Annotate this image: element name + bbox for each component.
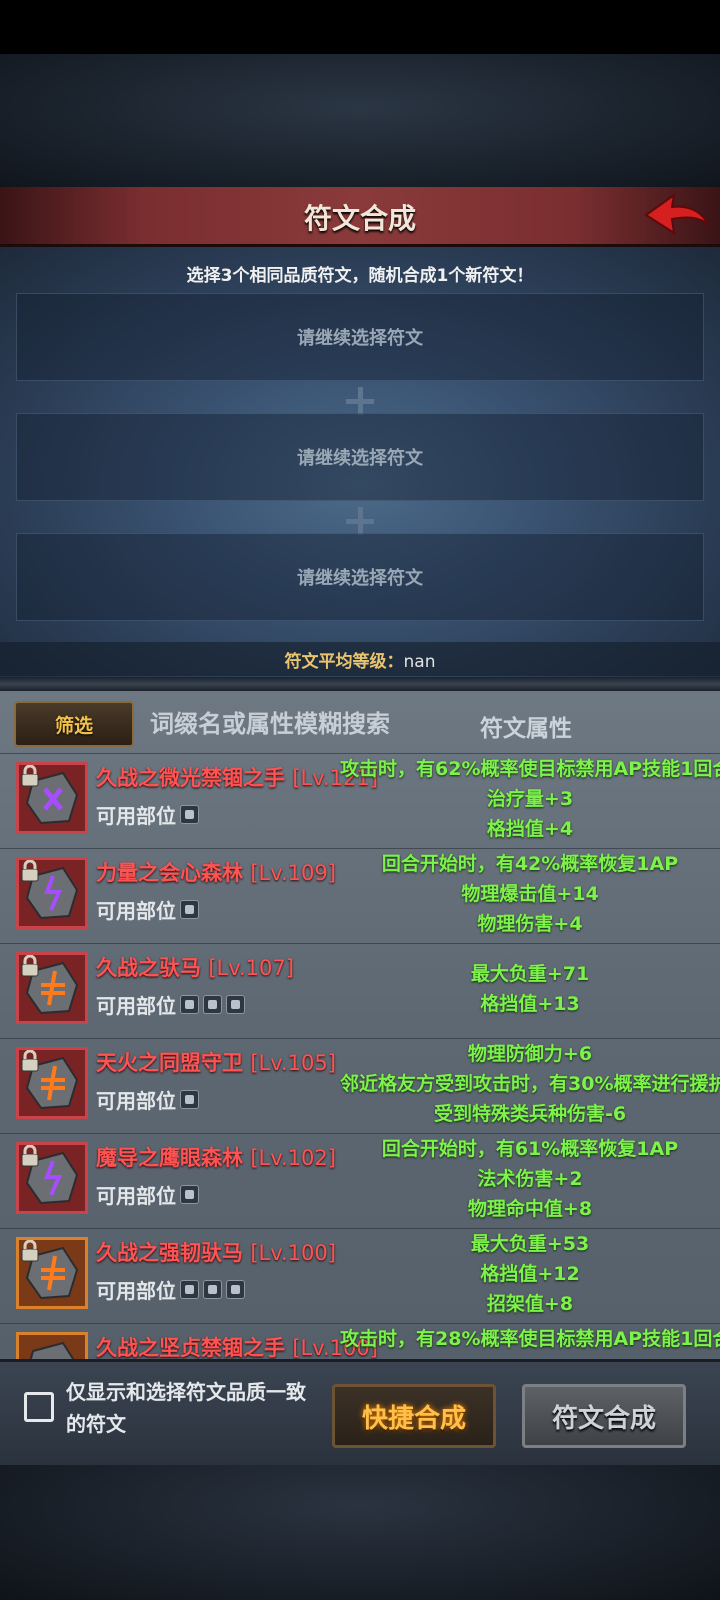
rune-parts: 可用部位	[96, 800, 199, 829]
rune-icon	[16, 762, 88, 834]
rune-attr: 攻击时，有28%概率使目标禁用AP技能1回合。	[340, 1328, 720, 1350]
divider	[0, 677, 720, 691]
rune-slot-1[interactable]: 请继续选择符文	[16, 293, 704, 381]
rune-name: 久战之驮马 [Lv.107]	[96, 956, 294, 980]
lock-icon	[21, 765, 39, 787]
search-input[interactable]	[150, 701, 450, 747]
rune-attr: 物理爆击值+14	[461, 883, 599, 905]
lock-icon	[21, 955, 39, 977]
rune-row[interactable]: 魔导之鹰眼森林 [Lv.102] 可用部位 回合开始时，有61%概率恢复1AP …	[0, 1133, 720, 1228]
part-glove-icon	[180, 1280, 199, 1299]
part-ring-icon	[226, 1280, 245, 1299]
rune-row[interactable]: 久战之驮马 [Lv.107] 可用部位 最大负重+71 格挡值+13	[0, 943, 720, 1038]
rune-list: 久战之微光禁锢之手 [Lv.121] 可用部位 攻击时，有62%概率使目标禁用A…	[0, 753, 720, 1359]
background-top	[0, 54, 720, 187]
rune-icon	[16, 1237, 88, 1309]
rune-row[interactable]: 天火之同盟守卫 [Lv.105] 可用部位 物理防御力+6 邻近格友方受到攻击时…	[0, 1038, 720, 1133]
rune-parts: 可用部位	[96, 1085, 199, 1114]
part-glove-icon	[180, 1090, 199, 1109]
back-button[interactable]	[644, 189, 712, 241]
rune-slot-label: 请继续选择符文	[297, 568, 423, 589]
part-armor-icon	[203, 995, 222, 1014]
rune-name: 久战之强韧驮马 [Lv.100]	[96, 1241, 336, 1265]
part-armor-icon	[180, 900, 199, 919]
plus-icon	[346, 507, 374, 535]
lock-icon	[21, 1240, 39, 1262]
rune-row[interactable]: 久战之微光禁锢之手 [Lv.121] 可用部位 攻击时，有62%概率使目标禁用A…	[0, 753, 720, 848]
lock-icon	[21, 860, 39, 882]
rune-attr: 物理命中值+8	[467, 1198, 593, 1220]
rune-attr: 招架值+8	[486, 1293, 574, 1315]
rune-attrs: 回合开始时，有42%概率恢复1AP 物理爆击值+14 物理伤害+4	[340, 849, 720, 939]
rune-attr: 格挡值+13	[480, 993, 580, 1015]
part-weapon-icon	[180, 805, 199, 824]
rune-attr: 最大负重+71	[470, 963, 590, 985]
rune-parts: 可用部位	[96, 1275, 245, 1304]
compose-button[interactable]: 符文合成	[522, 1384, 686, 1448]
rune-attrs: 回合开始时，有61%概率恢复1AP 法术伤害+2 物理命中值+8	[340, 1134, 720, 1224]
rune-attrs: 最大负重+71 格挡值+13	[340, 959, 720, 1019]
attr-column-header: 符文属性	[480, 716, 572, 742]
header-bar: 符文合成	[0, 187, 720, 247]
rune-attr: 格挡值+12	[480, 1263, 580, 1285]
rune-icon	[16, 1047, 88, 1119]
rune-attr: 受到特殊类兵种伤害-6	[433, 1103, 627, 1125]
rune-slot-label: 请继续选择符文	[297, 328, 423, 349]
part-armor-icon	[180, 1185, 199, 1204]
rune-attr: 回合开始时，有61%概率恢复1AP	[381, 1138, 679, 1160]
average-level-value: nan	[403, 652, 436, 672]
rune-list-area: 筛选 符文属性 久战之微光禁锢之手 [Lv.121] 可用部位 攻击时，有62%…	[0, 691, 720, 1359]
rune-name: 久战之微光禁锢之手 [Lv.121]	[96, 766, 378, 790]
rune-name: 魔导之鹰眼森林 [Lv.102]	[96, 1146, 336, 1170]
rune-attr: 最大负重+53	[470, 1233, 590, 1255]
rune-attr: 回合开始时，有42%概率恢复1AP	[381, 853, 679, 875]
status-area	[0, 0, 720, 54]
quality-filter-checkbox[interactable]	[24, 1392, 54, 1422]
rune-slot-2[interactable]: 请继续选择符文	[16, 413, 704, 501]
part-ring-icon	[226, 995, 245, 1014]
rune-attr: 治疗量+3	[486, 788, 574, 810]
rune-attr: 物理防御力+6	[467, 1043, 593, 1065]
rune-row[interactable]: 久战之强韧驮马 [Lv.100] 可用部位 最大负重+53 格挡值+12 招架值…	[0, 1228, 720, 1323]
compose-panel: 选择3个相同品质符文，随机合成1个新符文！ 请继续选择符文 请继续选择符文 请继…	[0, 247, 720, 677]
rune-name: 久战之坚贞禁锢之手 [Lv.100]	[96, 1336, 378, 1359]
rune-name: 天火之同盟守卫 [Lv.105]	[96, 1051, 336, 1075]
back-arrow-icon	[644, 192, 709, 236]
quality-filter-label: 仅显示和选择符文品质一致的符文	[66, 1380, 306, 1436]
rune-attr: 法术伤害+2	[477, 1168, 583, 1190]
lock-icon	[21, 1145, 39, 1167]
rune-attrs: 攻击时，有28%概率使目标禁用AP技能1回合。	[340, 1324, 720, 1354]
background-bottom	[0, 1465, 720, 1600]
part-glove-icon	[180, 995, 199, 1014]
rune-parts: 可用部位	[96, 1180, 199, 1209]
rune-attrs: 物理防御力+6 邻近格友方受到攻击时，有30%概率进行援护。 受到特殊类兵种伤害…	[340, 1039, 720, 1129]
rune-row[interactable]: 力量之会心森林 [Lv.109] 可用部位 回合开始时，有42%概率恢复1AP …	[0, 848, 720, 943]
quick-compose-button[interactable]: 快捷合成	[332, 1384, 496, 1448]
rune-attr: 物理伤害+4	[477, 913, 583, 935]
rune-parts: 可用部位	[96, 895, 199, 924]
rune-attr: 格挡值+4	[486, 818, 574, 840]
rune-icon	[16, 1332, 88, 1359]
rune-name: 力量之会心森林 [Lv.109]	[96, 861, 336, 885]
rune-icon	[16, 857, 88, 929]
rune-icon	[16, 952, 88, 1024]
rune-slot-label: 请继续选择符文	[297, 448, 423, 469]
rune-attr: 邻近格友方受到攻击时，有30%概率进行援护。	[340, 1073, 720, 1095]
plus-icon	[346, 387, 374, 415]
compose-instruction: 选择3个相同品质符文，随机合成1个新符文！	[186, 266, 534, 286]
average-level-label: 符文平均等级：	[284, 652, 404, 672]
rune-slot-3[interactable]: 请继续选择符文	[16, 533, 704, 621]
page-title: 符文合成	[303, 202, 416, 235]
rune-attrs: 最大负重+53 格挡值+12 招架值+8	[340, 1229, 720, 1319]
average-level: 符文平均等级：nan	[0, 642, 720, 676]
rune-row[interactable]: 久战之坚贞禁锢之手 [Lv.100] 攻击时，有28%概率使目标禁用AP技能1回…	[0, 1323, 720, 1359]
rune-attrs: 攻击时，有62%概率使目标禁用AP技能1回合。 治疗量+3 格挡值+4	[340, 754, 720, 844]
part-armor-icon	[203, 1280, 222, 1299]
lock-icon	[21, 1050, 39, 1072]
rune-attr: 攻击时，有62%概率使目标禁用AP技能1回合。	[340, 758, 720, 780]
bottom-bar: 仅显示和选择符文品质一致的符文 快捷合成 符文合成	[0, 1359, 720, 1465]
filter-button[interactable]: 筛选	[14, 701, 134, 747]
rune-parts: 可用部位	[96, 990, 245, 1019]
rune-icon	[16, 1142, 88, 1214]
